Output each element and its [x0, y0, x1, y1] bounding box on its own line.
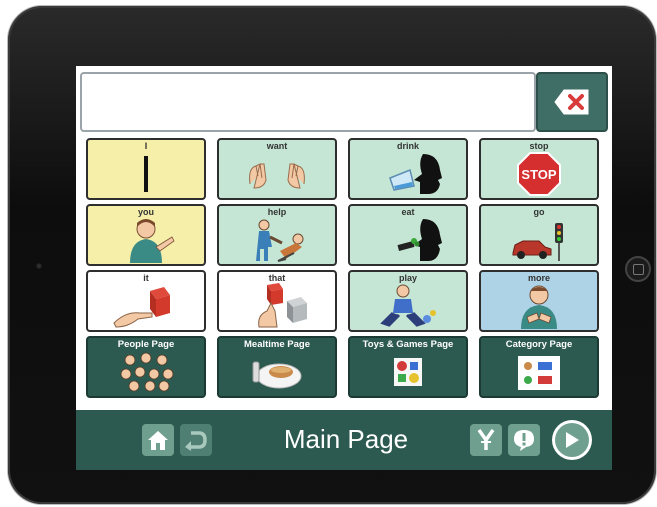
cell-label: eat	[401, 207, 415, 217]
cell-label: I	[144, 141, 148, 151]
go-car-icon	[512, 223, 563, 261]
cell-label: Toys & Games Page	[362, 339, 454, 350]
help-icon	[256, 219, 304, 262]
cell-eat[interactable]: eat	[348, 204, 468, 266]
hands-want-icon	[249, 163, 305, 189]
cell-label: Category Page	[505, 339, 573, 350]
play-button-inner	[555, 423, 589, 457]
drink-icon	[389, 154, 442, 194]
cell-label: want	[266, 141, 288, 151]
camera-icon	[36, 263, 42, 269]
cell-play[interactable]: play	[348, 270, 468, 332]
speak-play-button[interactable]	[552, 420, 592, 460]
cell-want[interactable]: want	[217, 138, 337, 200]
cube-that-icon	[258, 283, 307, 328]
cell-that[interactable]: that	[217, 270, 337, 332]
cell-label: Mealtime Page	[244, 339, 310, 350]
cell-mealtime-page[interactable]: Mealtime Page	[217, 336, 337, 398]
cell-toys-games-page[interactable]: Toys & Games Page	[348, 336, 468, 398]
alert-button[interactable]	[508, 424, 540, 456]
play-child-icon	[380, 284, 436, 327]
stop-sign-icon: STOP	[517, 152, 561, 196]
toys-icon	[394, 358, 422, 386]
y-tool-icon	[477, 428, 495, 450]
meal-plate-icon	[252, 361, 302, 389]
cell-label: more	[527, 273, 550, 283]
play-icon	[566, 432, 579, 448]
cell-label: play	[398, 273, 417, 283]
people-faces-icon	[120, 352, 174, 392]
cell-it[interactable]: it	[86, 270, 206, 332]
cell-label: stop	[529, 141, 549, 151]
cell-drink[interactable]: drink	[348, 138, 468, 200]
message-bar[interactable]	[80, 72, 536, 132]
cell-label: drink	[396, 141, 419, 151]
cell-label: that	[268, 273, 286, 283]
person-you-icon	[130, 219, 175, 263]
clear-button[interactable]	[536, 72, 608, 132]
cell-label: you	[137, 207, 154, 217]
cell-stop[interactable]: stop STOP	[479, 138, 599, 200]
home-icon	[148, 431, 168, 450]
cell-help[interactable]: help	[217, 204, 337, 266]
cell-go[interactable]: go	[479, 204, 599, 266]
cell-people-page[interactable]: People Page	[86, 336, 206, 398]
cell-label: it	[143, 273, 149, 283]
cube-it-icon	[113, 287, 170, 328]
svg-text:STOP: STOP	[521, 167, 556, 182]
backspace-x-icon	[554, 89, 589, 115]
cell-category-page[interactable]: Category Page	[479, 336, 599, 398]
hardware-home-button[interactable]	[625, 256, 651, 282]
undo-icon	[185, 431, 207, 451]
cell-i[interactable]: I	[86, 138, 206, 200]
more-sign-icon	[521, 285, 557, 329]
cell-label: People Page	[117, 339, 175, 350]
bottom-toolbar: Main Page	[76, 410, 612, 470]
category-icon	[518, 356, 560, 390]
eat-icon	[397, 219, 442, 261]
home-button[interactable]	[142, 424, 174, 456]
cell-you[interactable]: you	[86, 204, 206, 266]
undo-button[interactable]	[180, 424, 212, 456]
cell-label: help	[267, 207, 287, 217]
y-tool-button[interactable]	[470, 424, 502, 456]
i-letter-icon	[144, 156, 148, 192]
alert-icon	[514, 430, 534, 451]
page-title: Main Page	[283, 424, 409, 454]
app-screen: I want drink stop STOP you help eat go i…	[76, 66, 612, 470]
tablet-device: I want drink stop STOP you help eat go i…	[8, 6, 656, 504]
cell-label: go	[533, 207, 545, 217]
cell-more[interactable]: more	[479, 270, 599, 332]
